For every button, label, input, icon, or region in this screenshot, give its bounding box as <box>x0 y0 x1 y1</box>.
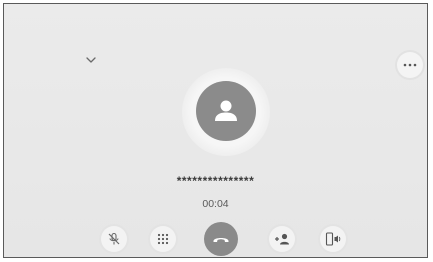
hang-up-icon <box>213 238 229 242</box>
more-options-button[interactable] <box>397 52 423 78</box>
chevron-down-icon <box>86 57 96 63</box>
end-call-button[interactable] <box>204 222 238 256</box>
dialpad-icon <box>157 233 169 245</box>
add-call-button[interactable] <box>269 226 295 252</box>
call-view: *************** 00:04 <box>4 4 427 257</box>
phone-call-screen: *************** 00:04 <box>3 3 428 258</box>
person-icon <box>215 100 237 121</box>
more-horizontal-icon <box>403 63 417 67</box>
audio-output-button[interactable] <box>320 226 346 252</box>
add-contact-icon <box>275 233 289 245</box>
contact-avatar <box>196 81 256 141</box>
call-duration: 00:04 <box>202 198 229 210</box>
collapse-button[interactable] <box>82 53 100 67</box>
keypad-button[interactable] <box>150 226 176 252</box>
phone-speaker-icon <box>325 232 341 246</box>
microphone-muted-icon <box>108 232 120 245</box>
caller-number: *************** <box>176 174 255 188</box>
mute-button[interactable] <box>101 226 127 252</box>
